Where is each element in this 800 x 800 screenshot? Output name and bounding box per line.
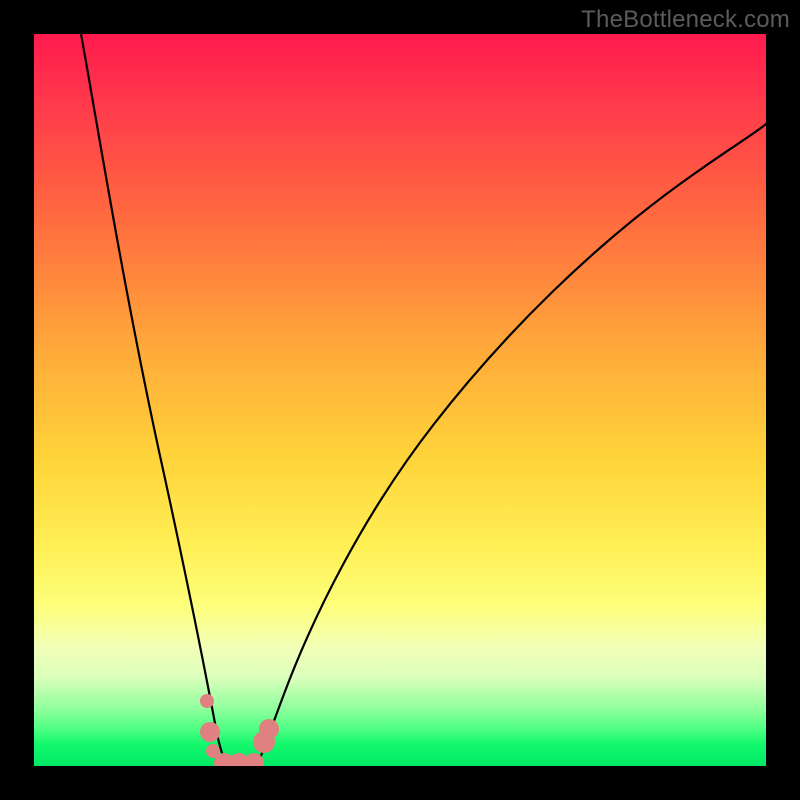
marker-dot (259, 719, 279, 739)
curve-markers (200, 694, 279, 766)
marker-dot (200, 694, 214, 708)
chart-plot-area (34, 34, 766, 766)
watermark-text: TheBottleneck.com (581, 6, 790, 34)
chart-frame: TheBottleneck.com (0, 0, 800, 800)
marker-dot (200, 722, 220, 742)
curve-right-branch (257, 124, 766, 766)
curve-left-branch (81, 34, 227, 766)
bottleneck-curve (34, 34, 766, 766)
